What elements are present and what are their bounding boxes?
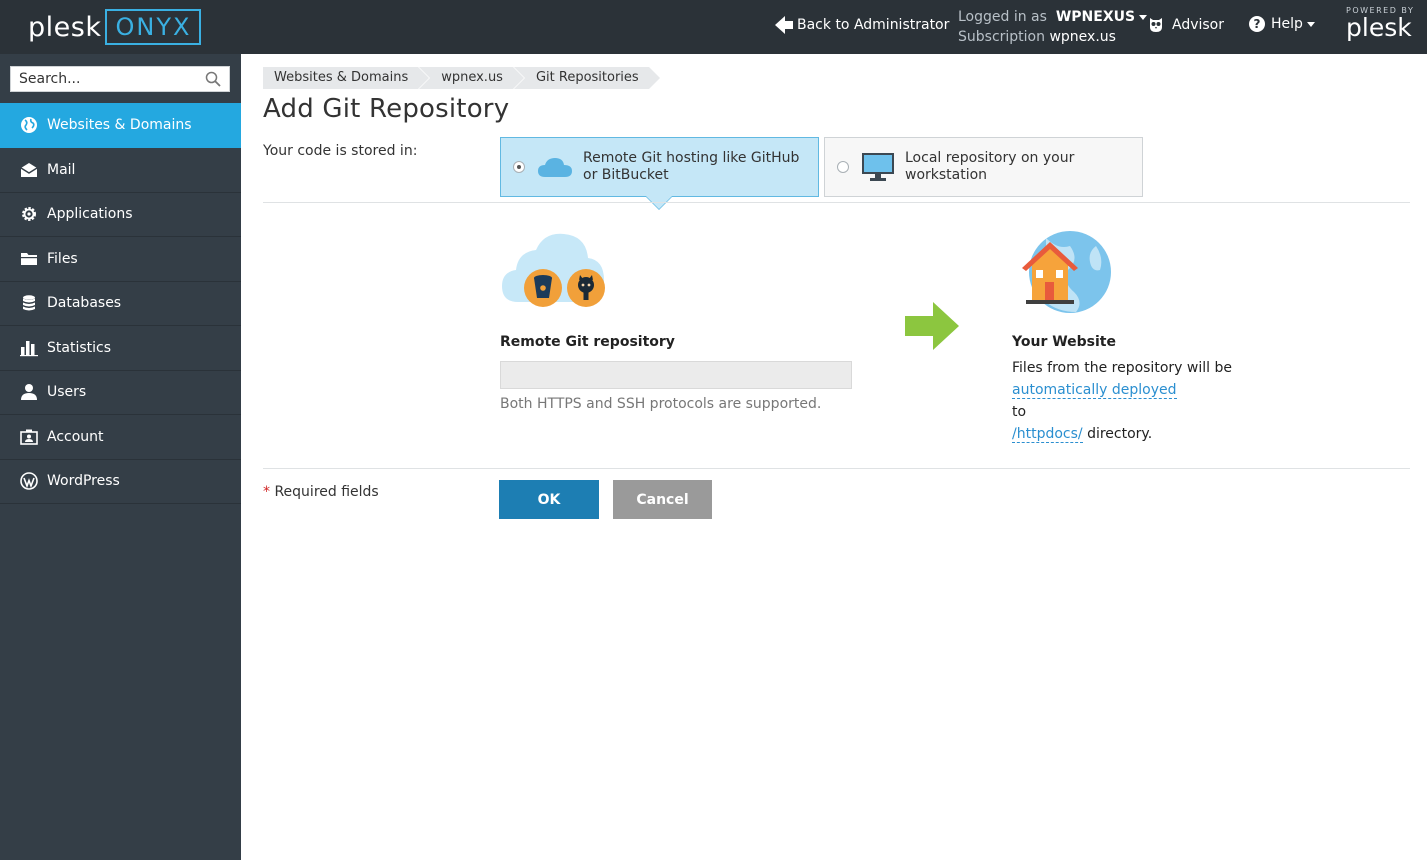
breadcrumb-domain[interactable]: wpnex.us xyxy=(419,67,524,89)
folder-icon xyxy=(20,250,38,268)
stored-in-label: Your code is stored in: xyxy=(263,143,418,159)
sidebar-item-label: WordPress xyxy=(47,473,120,490)
chevron-down-icon xyxy=(1139,14,1148,20)
sidebar-item-wordpress[interactable]: WordPress xyxy=(0,460,241,504)
logged-in-user: WPNEXUS xyxy=(1055,9,1136,25)
gear-icon xyxy=(20,205,38,223)
divider-bottom xyxy=(263,468,1410,469)
sidebar: Websites & Domains Mail Applications Fil… xyxy=(0,54,241,860)
website-line-3: directory. xyxy=(1087,426,1153,442)
option-remote-label: Remote Git hosting like GitHub or BitBuc… xyxy=(583,150,800,183)
required-fields-note: * Required fields xyxy=(263,484,379,500)
top-bar: plesk ONYX Back to Administrator Logged … xyxy=(0,0,1427,54)
account-icon xyxy=(20,428,38,446)
httpdocs-directory-link[interactable]: /httpdocs/ xyxy=(1012,426,1083,443)
back-to-administrator-link[interactable]: Back to Administrator xyxy=(775,16,949,34)
sidebar-item-label: Applications xyxy=(47,206,133,223)
sidebar-item-label: Account xyxy=(47,428,104,445)
remote-git-illustration xyxy=(502,233,605,307)
help-icon: ? xyxy=(1249,16,1265,32)
sidebar-item-label: Users xyxy=(47,384,87,401)
cloud-icon xyxy=(538,158,572,177)
breadcrumb: Websites & Domains wpnex.us Git Reposito… xyxy=(263,67,661,89)
option-local-label: Local repository on your workstation xyxy=(905,150,1075,183)
sidebar-item-label: Statistics xyxy=(47,339,111,356)
advisor-label: Advisor xyxy=(1172,16,1225,33)
search-icon[interactable] xyxy=(205,71,221,87)
back-arrow-icon xyxy=(775,16,785,34)
owl-icon xyxy=(1150,18,1162,32)
advisor-button[interactable]: Advisor xyxy=(1148,16,1224,33)
search-box xyxy=(10,66,230,92)
arrow-right-icon xyxy=(905,302,959,350)
sidebar-item-statistics[interactable]: Statistics xyxy=(0,326,241,371)
sidebar-item-label: Databases xyxy=(47,295,122,312)
logged-in-label: Logged in as xyxy=(958,9,1047,25)
option-remote-git[interactable]: Remote Git hosting like GitHub or BitBuc… xyxy=(500,137,819,197)
globe-icon xyxy=(20,116,38,134)
powered-by-logo: plesk xyxy=(1346,13,1412,42)
plesk-onyx-logo[interactable]: plesk ONYX xyxy=(28,8,202,46)
page-title: Add Git Repository xyxy=(263,94,510,124)
radio-remote[interactable] xyxy=(513,161,525,173)
powered-by-plesk: POWERED BY plesk xyxy=(1346,6,1414,41)
back-label: Back to Administrator xyxy=(797,17,950,33)
mail-icon xyxy=(20,161,38,179)
logo-edition: ONYX xyxy=(105,9,202,45)
remote-repository-url-input[interactable] xyxy=(500,361,852,389)
search-input[interactable] xyxy=(19,71,199,87)
help-menu[interactable]: ? Help xyxy=(1249,16,1315,32)
breadcrumb-websites-domains[interactable]: Websites & Domains xyxy=(263,67,430,89)
back-arrow-tail xyxy=(785,21,793,29)
automatically-deployed-link[interactable]: automatically deployed xyxy=(1012,382,1177,399)
sidebar-item-account[interactable]: Account xyxy=(0,415,241,460)
ok-button[interactable]: OK xyxy=(499,480,599,519)
sidebar-item-databases[interactable]: Databases xyxy=(0,282,241,326)
monitor-icon xyxy=(862,153,894,181)
breadcrumb-git-repositories[interactable]: Git Repositories xyxy=(513,67,660,89)
subscription-value[interactable]: wpnex.us xyxy=(1049,29,1115,45)
option-local-repository[interactable]: Local repository on your workstation xyxy=(824,137,1143,197)
sidebar-item-websites-domains[interactable]: Websites & Domains xyxy=(0,103,241,148)
sidebar-item-files[interactable]: Files xyxy=(0,237,241,282)
sidebar-item-mail[interactable]: Mail xyxy=(0,148,241,193)
website-description: Files from the repository will be automa… xyxy=(1012,357,1232,445)
sidebar-item-label: Websites & Domains xyxy=(47,117,192,133)
sidebar-item-label: Files xyxy=(47,250,78,267)
website-line-2: to xyxy=(1012,404,1027,420)
divider-top xyxy=(263,202,1410,203)
user-icon xyxy=(20,383,38,401)
sidebar-nav: Websites & Domains Mail Applications Fil… xyxy=(0,103,241,504)
sidebar-item-label: Mail xyxy=(47,161,76,178)
user-menu[interactable]: WPNEXUS xyxy=(1051,9,1148,25)
github-icon xyxy=(567,269,605,307)
required-label: Required fields xyxy=(274,484,379,500)
wordpress-icon xyxy=(20,472,38,491)
website-house-icon xyxy=(1022,231,1111,313)
logo-text: plesk xyxy=(28,11,102,43)
chevron-down-icon xyxy=(1306,21,1315,27)
your-website-title: Your Website xyxy=(1012,334,1116,350)
login-info: Logged in as WPNEXUS Subscription wpnex.… xyxy=(958,7,1148,47)
website-line-1: Files from the repository will be xyxy=(1012,360,1232,376)
bar-chart-icon xyxy=(20,339,38,357)
cancel-button[interactable]: Cancel xyxy=(613,480,712,519)
protocols-hint: Both HTTPS and SSH protocols are support… xyxy=(500,396,822,412)
help-label: Help xyxy=(1271,16,1303,32)
bitbucket-icon xyxy=(524,269,562,307)
subscription-label: Subscription xyxy=(958,29,1045,45)
database-icon xyxy=(20,294,38,312)
remote-git-repository-label: Remote Git repository xyxy=(500,334,675,350)
sidebar-item-users[interactable]: Users xyxy=(0,371,241,415)
required-star: * xyxy=(263,484,270,500)
radio-local[interactable] xyxy=(837,161,849,173)
sidebar-item-applications[interactable]: Applications xyxy=(0,193,241,237)
